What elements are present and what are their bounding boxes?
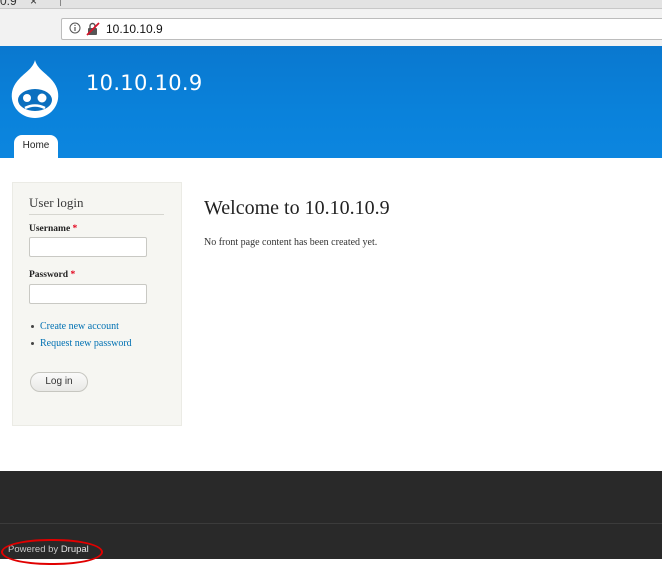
- block-divider: [29, 214, 164, 215]
- list-item: Request new password: [31, 337, 132, 354]
- browser-tab-title[interactable]: 0.9: [0, 0, 17, 8]
- account-links: Create new account Request new password: [31, 320, 132, 354]
- login-button[interactable]: Log in: [30, 372, 88, 392]
- username-input[interactable]: [29, 237, 147, 257]
- username-label: Username *: [29, 224, 78, 234]
- block-title: User login: [29, 195, 84, 210]
- required-marker: *: [70, 270, 76, 280]
- tab-close-icon[interactable]: ×: [30, 0, 37, 8]
- browser-tab-strip: 0.9 ×: [0, 0, 662, 9]
- site-footer: Powered by Drupal: [0, 471, 662, 565]
- address-bar[interactable]: 10.10.10.9: [61, 18, 662, 40]
- footer-divider: [0, 523, 662, 524]
- create-account-link[interactable]: Create new account: [40, 321, 119, 332]
- site-name[interactable]: 10.10.10.9: [86, 71, 203, 95]
- required-marker: *: [72, 224, 78, 234]
- request-password-link[interactable]: Request new password: [40, 338, 132, 349]
- tab-home[interactable]: Home: [14, 135, 58, 158]
- tab-separator: [60, 0, 61, 6]
- info-icon[interactable]: [69, 22, 81, 34]
- annotation-circle: [1, 539, 103, 565]
- browser-toolbar: 10.10.10.9: [0, 9, 662, 47]
- site-header: 10.10.10.9 Home: [0, 46, 662, 158]
- front-page-message: No front page content has been created y…: [204, 237, 378, 248]
- drupal-logo-icon[interactable]: [10, 58, 60, 120]
- list-item: Create new account: [31, 320, 132, 337]
- password-input[interactable]: [29, 284, 147, 304]
- insecure-lock-icon[interactable]: [86, 22, 100, 36]
- user-login-block: User login Username * Password * Create …: [12, 182, 182, 426]
- page-title: Welcome to 10.10.10.9: [204, 197, 390, 219]
- password-label: Password *: [29, 270, 76, 280]
- url-text[interactable]: 10.10.10.9: [106, 22, 163, 36]
